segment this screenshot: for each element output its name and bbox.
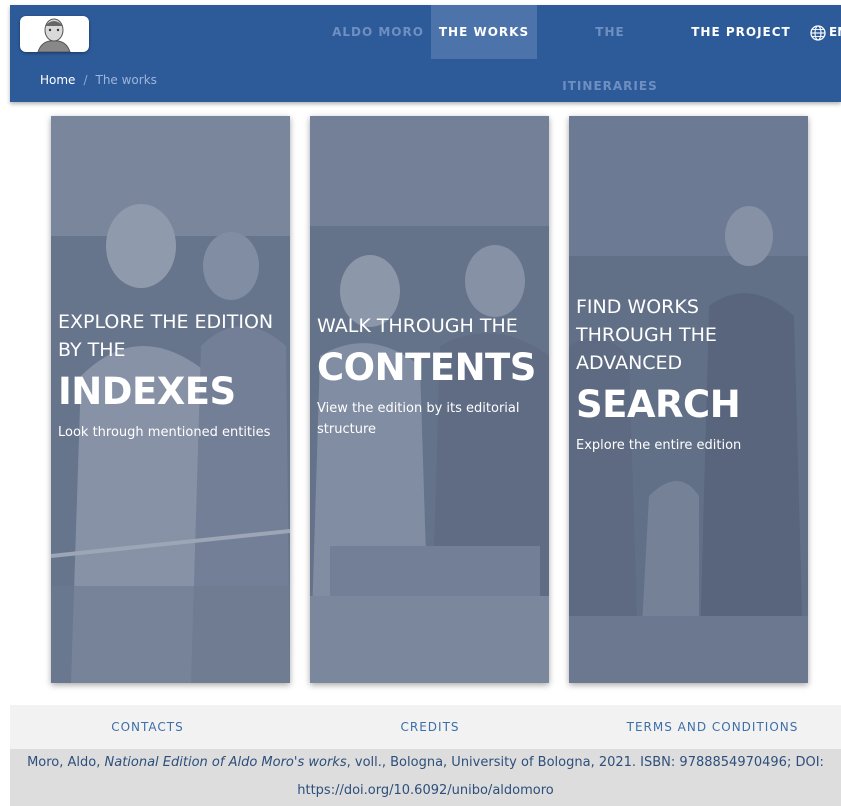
nav-aldo-moro[interactable]: ALDO MORO [328,5,428,59]
card-indexes[interactable]: EXPLORE THE EDITION BY THE INDEXES Look … [51,116,290,683]
breadcrumb-current: The works [95,73,157,87]
footer-links: CONTACTS CREDITS TERMS AND CONDITIONS [10,705,841,749]
breadcrumb-home[interactable]: Home [40,73,75,87]
card-title: INDEXES [58,370,236,413]
nav-the-project[interactable]: THE PROJECT [689,5,793,59]
citation-title: National Edition of Aldo Moro's works [104,755,347,770]
citation-doi[interactable]: https://doi.org/10.6092/unibo/aldomoro [10,777,841,805]
card-contents[interactable]: WALK THROUGH THE CONTENTS View the editi… [310,116,549,683]
citation-author: Moro, Aldo, [27,755,101,770]
site-header: ALDO MORO THE WORKS THE ITINERARIES THE … [10,5,841,102]
citation: Moro, Aldo, National Edition of Aldo Mor… [10,749,841,806]
globe-icon [810,24,826,41]
breadcrumb: Home / The works [40,73,157,87]
nav-the-itineraries[interactable]: THE ITINERARIES [547,5,673,93]
language-label: EN [829,25,841,39]
main-nav: ALDO MORO THE WORKS THE ITINERARIES THE … [10,5,841,93]
card-lead: FIND WORKS THROUGH THE ADVANCED [576,296,717,374]
card-title: CONTENTS [317,346,536,389]
contacts-link[interactable]: CONTACTS [80,705,215,749]
card-text: EXPLORE THE EDITION BY THE INDEXES Look … [58,308,282,443]
breadcrumb-separator: / [83,73,88,87]
card-search[interactable]: FIND WORKS THROUGH THE ADVANCED SEARCH E… [569,116,808,683]
card-text: FIND WORKS THROUGH THE ADVANCED SEARCH E… [576,293,800,456]
card-lead: EXPLORE THE EDITION BY THE [58,311,274,361]
terms-link[interactable]: TERMS AND CONDITIONS [620,705,805,749]
card-text: WALK THROUGH THE CONTENTS View the editi… [317,312,541,440]
card-lead: WALK THROUGH THE [317,315,518,337]
language-selector[interactable]: EN [810,5,841,59]
card-subtitle: Look through mentioned entities [58,425,271,440]
card-subtitle: View the edition by its editorial struct… [317,401,520,437]
citation-details: , voll., Bologna, University of Bologna,… [346,755,824,770]
citation-line: Moro, Aldo, National Edition of Aldo Mor… [10,749,841,777]
nav-the-works[interactable]: THE WORKS [431,5,537,59]
card-title: SEARCH [576,383,741,426]
credits-link[interactable]: CREDITS [365,705,495,749]
card-subtitle: Explore the entire edition [576,438,742,453]
